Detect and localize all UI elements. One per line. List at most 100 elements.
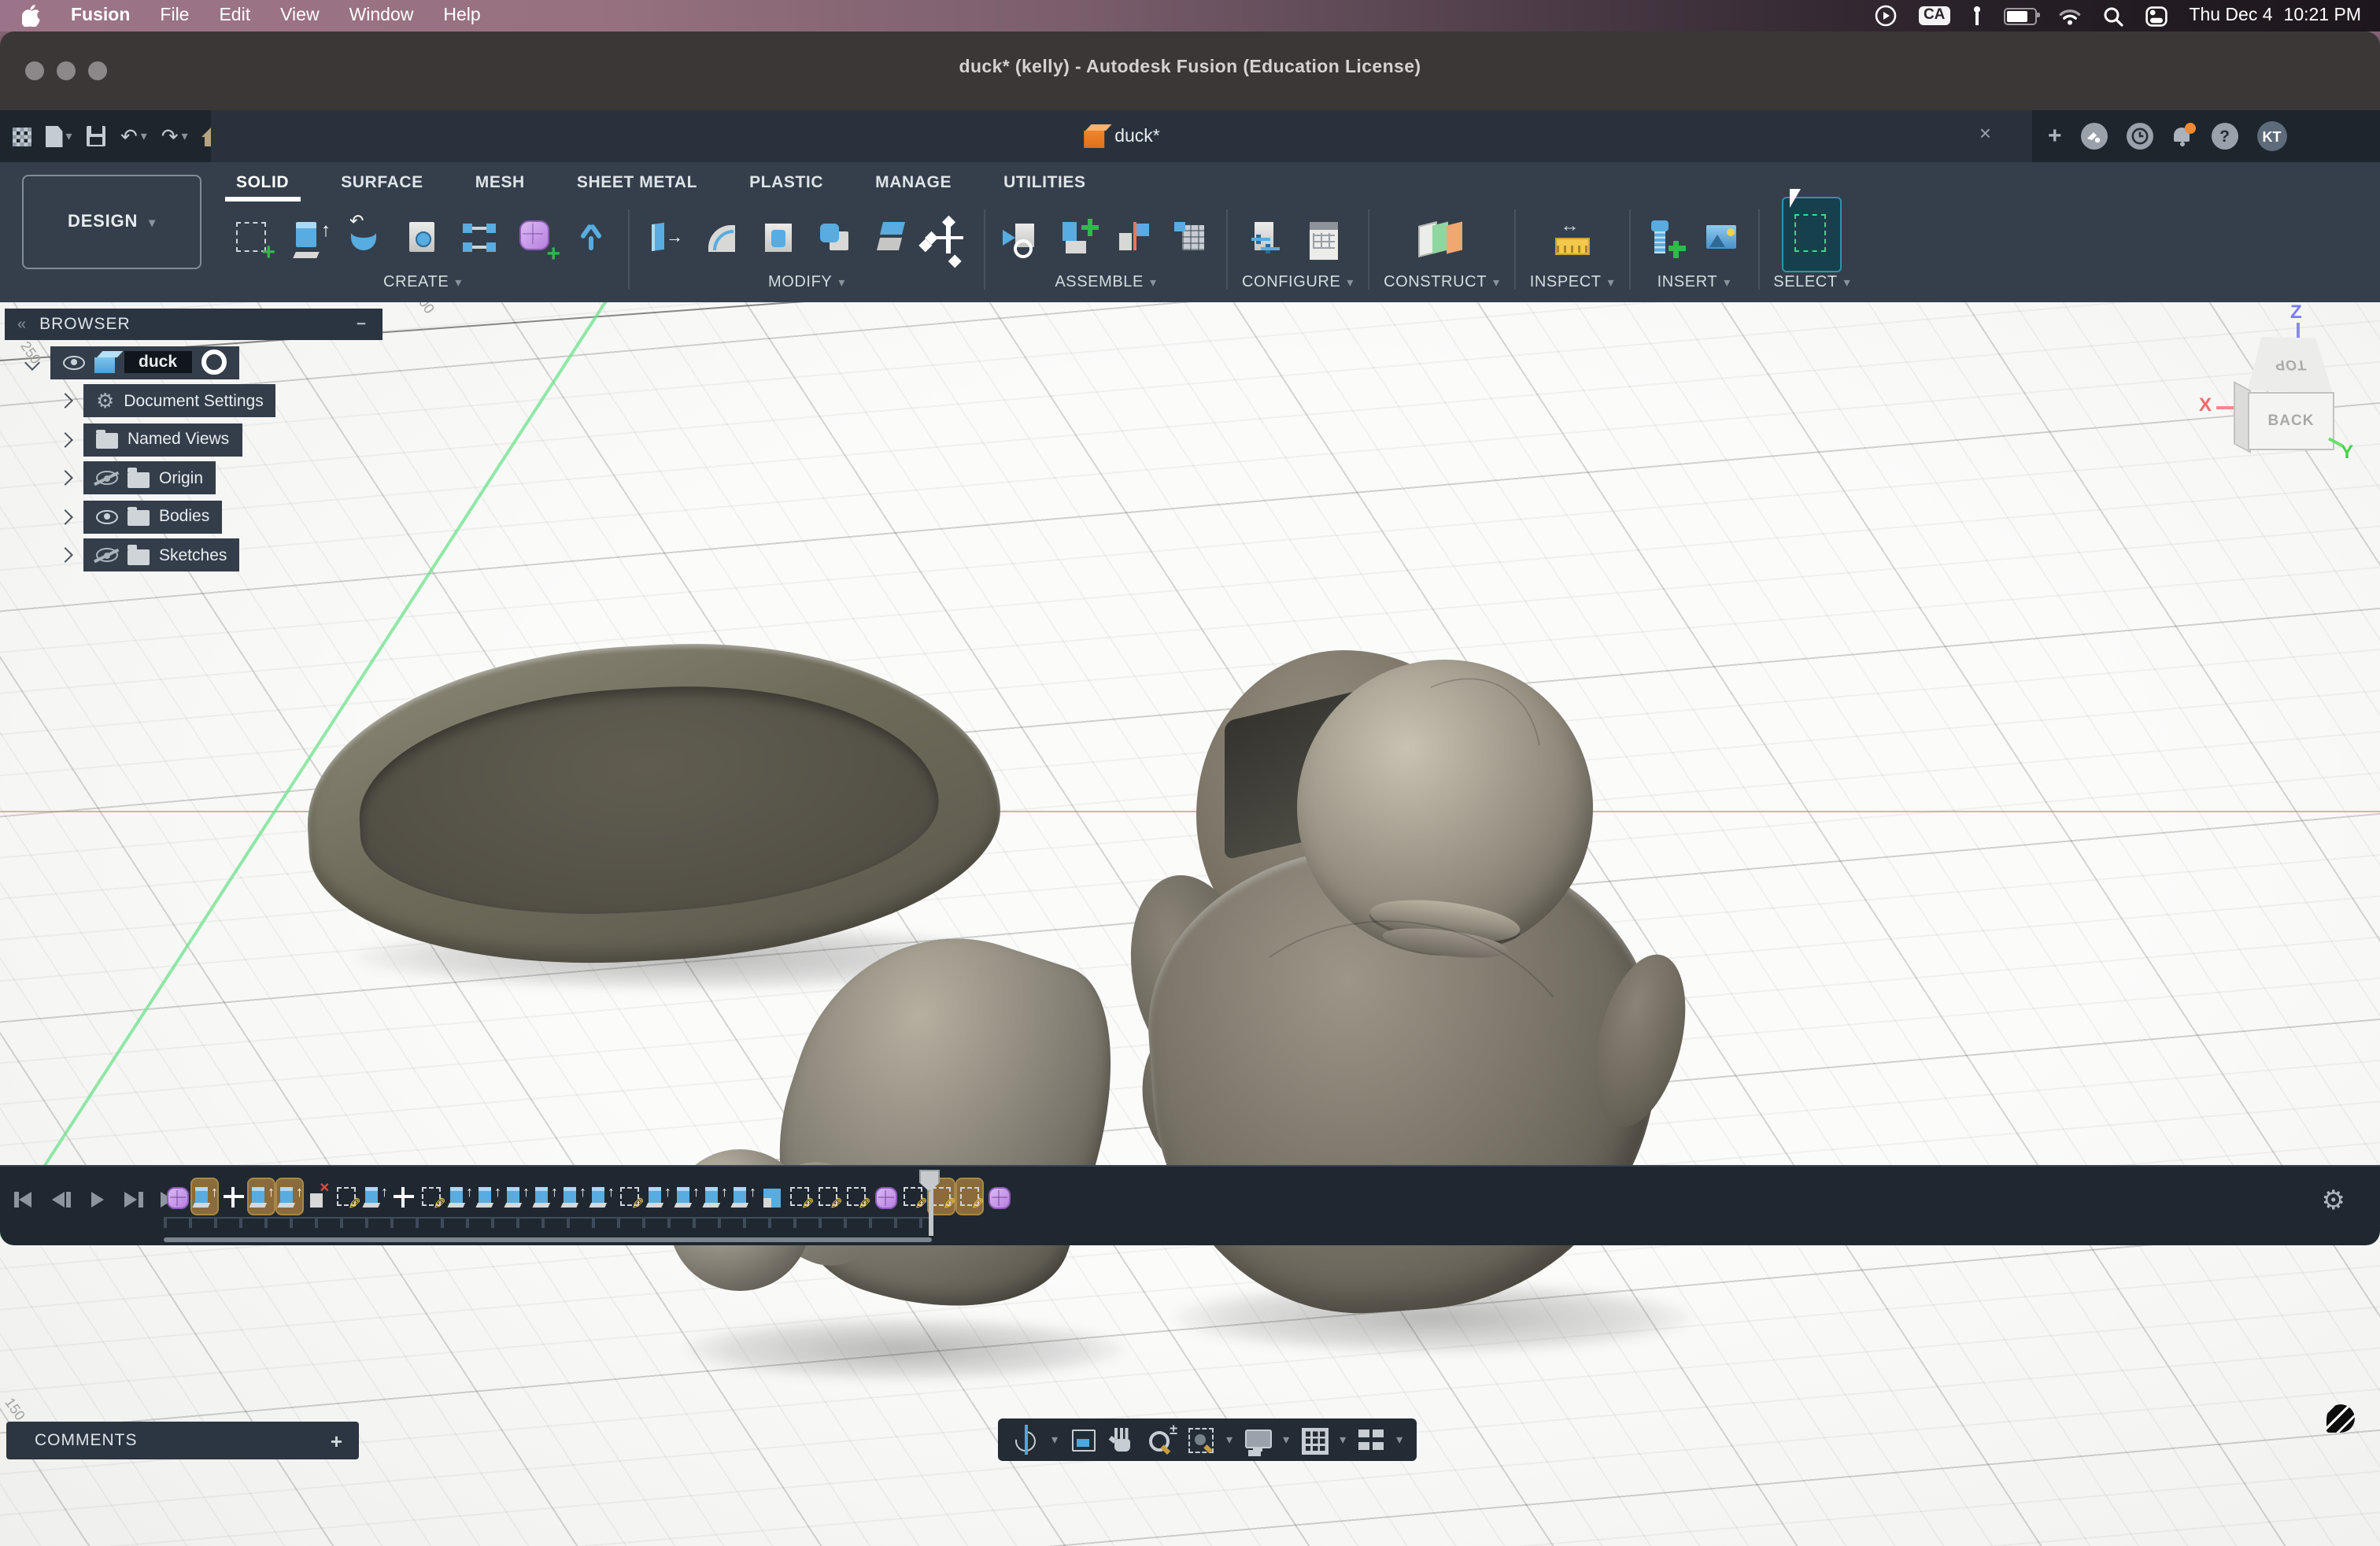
browser-item-label[interactable]: Bodies bbox=[159, 507, 209, 526]
control-center-icon[interactable] bbox=[2145, 6, 2167, 26]
fillet-icon[interactable] bbox=[700, 216, 743, 259]
step-back-button[interactable] bbox=[50, 1189, 72, 1211]
timeline-settings-gear-icon[interactable]: ⚙ bbox=[2322, 1185, 2346, 1217]
menu-item-fusion[interactable]: Fusion bbox=[71, 6, 130, 25]
browser-item-label[interactable]: Document Settings bbox=[124, 391, 263, 410]
group-label-modify[interactable]: MODIFY▾ bbox=[768, 271, 845, 294]
timeline-feature-move[interactable] bbox=[220, 1179, 246, 1214]
input-source-badge[interactable]: CA bbox=[1919, 6, 1949, 25]
comments-bar[interactable]: COMMENTS + bbox=[6, 1422, 359, 1459]
job-status-icon[interactable] bbox=[2127, 123, 2153, 150]
add-comment-button[interactable]: + bbox=[331, 1429, 343, 1452]
eye-off-icon[interactable] bbox=[96, 471, 118, 485]
model-viewport[interactable]: 250150100500150 bbox=[0, 302, 2380, 1546]
chevron-down-icon[interactable]: ▾ bbox=[1283, 1433, 1289, 1447]
chevron-down-icon[interactable]: ▾ bbox=[1340, 1433, 1346, 1447]
combine-icon[interactable] bbox=[814, 216, 856, 259]
group-label-configure[interactable]: CONFIGURE▾ bbox=[1242, 271, 1354, 294]
timeline-feature-form[interactable] bbox=[872, 1179, 897, 1214]
undo-button[interactable]: ↶▾ bbox=[120, 126, 147, 146]
pan-tool-icon[interactable] bbox=[1107, 1424, 1138, 1455]
ribbon-tab-mesh[interactable]: MESH bbox=[475, 168, 525, 202]
generative-design-icon[interactable] bbox=[571, 216, 614, 259]
extrude-icon[interactable] bbox=[288, 216, 331, 259]
select-window-icon[interactable] bbox=[1790, 208, 1834, 261]
group-label-insert[interactable]: INSERT▾ bbox=[1658, 271, 1731, 294]
insert-canvas-icon[interactable] bbox=[1701, 216, 1743, 259]
configuration-table-icon[interactable] bbox=[1305, 216, 1347, 259]
timeline-feature-extrude[interactable] bbox=[645, 1179, 671, 1214]
timeline-feature-form[interactable] bbox=[985, 1179, 1011, 1214]
browser-item-label[interactable]: Sketches bbox=[159, 546, 227, 564]
close-tab-button[interactable]: × bbox=[1979, 121, 1991, 145]
joint-icon[interactable] bbox=[1113, 216, 1155, 259]
ribbon-tab-plastic[interactable]: PLASTIC bbox=[749, 168, 823, 202]
viewcube-top-face[interactable]: TOP bbox=[2248, 337, 2333, 394]
browser-row-document-settings[interactable]: ⚙Document Settings bbox=[5, 384, 382, 417]
layout-grid-tool-icon[interactable] bbox=[1299, 1424, 1330, 1455]
eye-icon[interactable] bbox=[96, 509, 118, 523]
ribbon-tab-utilities[interactable]: UTILITIES bbox=[1003, 168, 1086, 202]
document-tab[interactable]: duck* bbox=[1083, 110, 1160, 162]
step-forward-button[interactable] bbox=[123, 1189, 145, 1211]
chevron-down-icon[interactable] bbox=[24, 354, 40, 370]
move-copy-icon[interactable] bbox=[927, 216, 970, 259]
new-component-icon[interactable] bbox=[1056, 216, 1099, 259]
chevron-down-icon[interactable]: ▾ bbox=[1226, 1433, 1232, 1447]
timeline-feature-extrude[interactable] bbox=[730, 1179, 756, 1214]
beak-body[interactable] bbox=[661, 929, 1133, 1385]
help-icon[interactable]: ? bbox=[2212, 123, 2238, 150]
timeline-feature-sketch[interactable] bbox=[844, 1179, 869, 1214]
timeline-feature-extrude-selected[interactable] bbox=[192, 1179, 217, 1214]
apple-menu-icon[interactable] bbox=[22, 5, 41, 27]
activate-component-icon[interactable] bbox=[201, 350, 226, 375]
screen-mirroring-icon[interactable] bbox=[1875, 5, 1897, 27]
timeline-feature-extrude[interactable] bbox=[532, 1179, 557, 1214]
user-avatar[interactable]: KT bbox=[2257, 121, 2287, 151]
measure-icon[interactable] bbox=[1550, 216, 1593, 259]
offset-face-icon[interactable] bbox=[870, 216, 913, 259]
revolve-icon[interactable] bbox=[345, 216, 387, 259]
chevron-right-icon[interactable] bbox=[57, 431, 73, 447]
timeline-feature-extrude[interactable] bbox=[362, 1179, 387, 1214]
group-label-inspect[interactable]: INSPECT▾ bbox=[1530, 271, 1615, 294]
menu-item-view[interactable]: View bbox=[280, 6, 319, 25]
timeline-feature-sketch[interactable] bbox=[617, 1179, 642, 1214]
battery-icon[interactable] bbox=[2003, 7, 2036, 24]
chevron-right-icon[interactable] bbox=[57, 547, 73, 563]
group-label-construct[interactable]: CONSTRUCT▾ bbox=[1384, 271, 1500, 294]
browser-header[interactable]: « BROWSER − bbox=[5, 309, 382, 340]
create-form-icon[interactable] bbox=[515, 216, 557, 259]
pin-icon[interactable] bbox=[1972, 6, 1981, 26]
zoom-tool-icon[interactable] bbox=[1146, 1424, 1177, 1455]
create-sketch-icon[interactable] bbox=[231, 216, 274, 259]
timeline-feature-extrude[interactable] bbox=[447, 1179, 472, 1214]
spotlight-search-icon[interactable] bbox=[2102, 6, 2123, 26]
redo-button[interactable]: ↷▾ bbox=[161, 126, 188, 146]
browser-row-duck[interactable]: duck bbox=[5, 346, 382, 379]
construction-planes-icon[interactable] bbox=[1415, 216, 1469, 259]
new-design-button[interactable]: ▾ bbox=[45, 125, 72, 147]
orbit-tool-icon[interactable] bbox=[1011, 1424, 1042, 1455]
configuration-icon[interactable] bbox=[1248, 216, 1291, 259]
browser-item-label[interactable]: duck bbox=[124, 351, 191, 373]
group-label-select[interactable]: SELECT▾ bbox=[1773, 271, 1850, 294]
group-label-assemble[interactable]: ASSEMBLE▾ bbox=[1055, 271, 1156, 294]
timeline-feature-sketch[interactable] bbox=[419, 1179, 444, 1214]
timeline-feature-sketch[interactable] bbox=[787, 1179, 812, 1214]
eye-off-icon[interactable] bbox=[96, 548, 118, 562]
menubar-clock[interactable]: Thu Dec 410:21 PM bbox=[2189, 6, 2361, 25]
shell-icon[interactable] bbox=[757, 216, 800, 259]
chevron-right-icon[interactable] bbox=[57, 470, 73, 486]
app-launcher-icon[interactable] bbox=[13, 127, 31, 146]
browser-row-bodies[interactable]: Bodies bbox=[5, 500, 382, 533]
timeline-feature-extrude[interactable] bbox=[589, 1179, 614, 1214]
ribbon-tab-sheet-metal[interactable]: SHEET METAL bbox=[577, 168, 697, 202]
display-settings-tool-icon[interactable] bbox=[1242, 1424, 1273, 1455]
ribbon-tab-solid[interactable]: SOLID bbox=[236, 168, 289, 202]
look-at-tool-icon[interactable] bbox=[1067, 1424, 1099, 1455]
viewports-tool-icon[interactable] bbox=[1355, 1424, 1387, 1455]
timeline-feature-sketch[interactable] bbox=[815, 1179, 841, 1214]
browser-item-label[interactable]: Named Views bbox=[128, 430, 229, 449]
timeline-feature-extrude[interactable] bbox=[560, 1179, 586, 1214]
